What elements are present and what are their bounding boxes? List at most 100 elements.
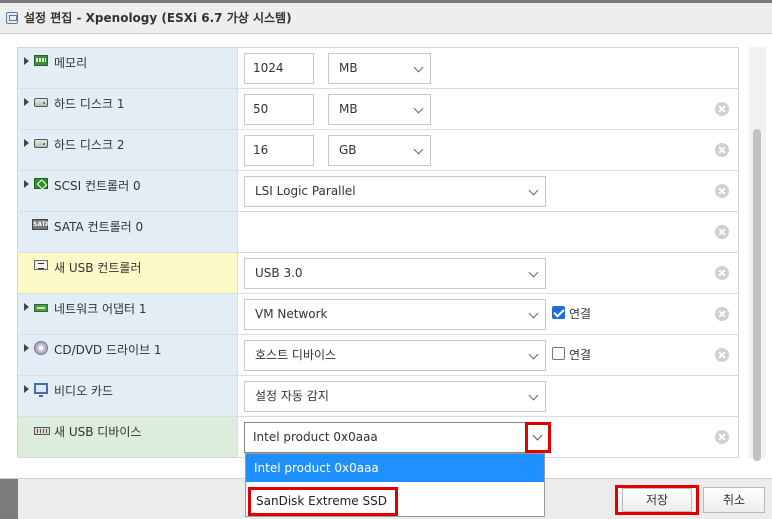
vertical-scrollbar[interactable] [749,47,766,461]
network-connect-checkbox[interactable] [552,306,565,319]
usb-device-select[interactable]: Intel product 0x0aaa [244,422,549,453]
scsi-type-select[interactable]: LSI Logic Parallel [244,176,546,207]
hard-disk-2-unit-value: GB [339,143,357,157]
device-row-network-adapter: 네트워크 어댑터 1 VM Network 연결 [18,294,738,335]
remove-device-icon[interactable] [715,348,729,362]
sata-controller-icon: SATA [32,219,50,230]
device-label-cell: 하드 디스크 1 [18,89,238,129]
chevron-down-icon [528,349,539,360]
network-connect-label: 연결 [569,307,592,321]
remove-device-icon[interactable] [715,225,729,239]
cd-dvd-connect-label: 연결 [569,348,592,362]
memory-unit-value: MB [339,61,358,75]
memory-size-input[interactable]: 1024 [244,53,314,84]
scsi-controller-icon [34,178,48,189]
chevron-down-icon [413,62,424,73]
video-card-select[interactable]: 설정 자동 감지 [244,381,546,412]
remove-device-icon[interactable] [715,102,729,116]
expand-caret-icon[interactable] [24,139,29,147]
chevron-down-icon [528,185,539,196]
remove-device-icon[interactable] [715,184,729,198]
chevron-down-icon [528,390,539,401]
device-label: 하드 디스크 1 [54,97,125,111]
device-label-cell: 비디오 카드 [18,376,238,416]
cancel-button[interactable]: 취소 [703,487,765,513]
device-row-memory: 메모리 1024 MB [18,48,738,89]
video-card-icon [34,383,48,397]
usb-device-dropdown-toggle[interactable] [525,422,551,453]
network-adapter-icon [34,304,48,312]
device-label: 비디오 카드 [54,384,114,398]
device-row-scsi-controller: SCSI 컨트롤러 0 LSI Logic Parallel [18,171,738,212]
remove-device-icon[interactable] [715,143,729,157]
hard-disk-icon [34,98,48,107]
device-row-hard-disk-2: 하드 디스크 2 16 GB [18,130,738,171]
device-row-usb-controller: 새 USB 컨트롤러 USB 3.0 [18,253,738,294]
hard-disk-1-unit-select[interactable]: MB [328,94,431,125]
dropdown-option-sandisk[interactable]: SanDisk Extreme SSD [248,487,398,516]
hard-disk-2-size-input[interactable]: 16 [244,135,314,166]
usb-controller-icon [34,260,48,270]
cd-dvd-connect-checkbox[interactable] [552,347,565,360]
cd-dvd-icon [34,341,48,355]
expand-caret-icon[interactable] [24,180,29,188]
dropdown-option-intel[interactable]: Intel product 0x0aaa [246,454,544,482]
expand-caret-icon[interactable] [24,98,29,106]
device-row-video-card: 비디오 카드 설정 자동 감지 [18,376,738,417]
device-label: SCSI 컨트롤러 0 [54,179,141,193]
network-value: VM Network [255,307,328,321]
hard-disk-1-unit-value: MB [339,102,358,116]
remove-device-icon[interactable] [715,266,729,280]
device-settings-panel: 메모리 1024 MB 하드 디스크 1 50 MB 하드 디스크 2 16 G… [17,47,739,458]
device-label: CD/DVD 드라이브 1 [54,343,162,357]
cd-dvd-source-select[interactable]: 호스트 디바이스 [244,340,546,371]
usb-device-icon [34,427,50,435]
hard-disk-icon [34,139,48,148]
device-label: 새 USB 디바이스 [54,425,142,439]
device-label-cell: CD/DVD 드라이브 1 [18,335,238,375]
network-select[interactable]: VM Network [244,299,546,330]
hard-disk-2-unit-select[interactable]: GB [328,135,431,166]
expand-caret-icon[interactable] [24,303,29,311]
memory-icon [34,55,48,66]
usb-device-value: Intel product 0x0aaa [253,430,378,444]
footer-divider [0,479,18,519]
remove-device-icon[interactable] [715,430,729,444]
device-label-cell: SCSI 컨트롤러 0 [18,171,238,211]
vm-settings-icon [6,11,18,24]
video-card-value: 설정 자동 감지 [255,389,329,403]
chevron-down-icon [413,103,424,114]
dialog-title: 설정 편집 - Xpenology (ESXi 6.7 가상 시스템) [24,11,292,25]
save-button-label: 저장 [622,488,692,512]
scrollbar-thumb[interactable] [753,129,761,461]
device-row-hard-disk-1: 하드 디스크 1 50 MB [18,89,738,130]
scsi-type-value: LSI Logic Parallel [255,184,356,198]
usb-device-dropdown-list: Intel product 0x0aaa SanDisk Extreme SSD [245,453,545,517]
chevron-down-icon [532,430,543,441]
remove-device-icon[interactable] [715,307,729,321]
device-label-cell: 하드 디스크 2 [18,130,238,170]
device-row-cd-dvd: CD/DVD 드라이브 1 호스트 디바이스 연결 [18,335,738,376]
expand-caret-icon[interactable] [24,385,29,393]
chevron-down-icon [528,308,539,319]
cd-dvd-source-value: 호스트 디바이스 [255,348,337,362]
expand-caret-icon[interactable] [24,57,29,65]
usb-controller-type-select[interactable]: USB 3.0 [244,258,546,289]
device-label-cell: 새 USB 디바이스 [18,417,238,457]
device-label: SATA 컨트롤러 0 [54,220,144,234]
hard-disk-1-size-input[interactable]: 50 [244,94,314,125]
device-label-cell: SATA SATA 컨트롤러 0 [18,212,238,252]
device-label-cell: 네트워크 어댑터 1 [18,294,238,334]
usb-controller-type-value: USB 3.0 [255,266,303,280]
device-label: 메모리 [54,56,88,70]
device-label-cell: 메모리 [18,48,238,88]
chevron-down-icon [413,144,424,155]
device-label: 하드 디스크 2 [54,138,125,152]
device-label: 네트워크 어댑터 1 [54,302,147,316]
chevron-down-icon [528,267,539,278]
device-label-cell: 새 USB 컨트롤러 [18,253,238,293]
expand-caret-icon[interactable] [24,344,29,352]
memory-unit-select[interactable]: MB [328,53,431,84]
save-button[interactable]: 저장 [615,485,699,515]
device-row-usb-device: 새 USB 디바이스 Intel product 0x0aaa [18,417,738,457]
